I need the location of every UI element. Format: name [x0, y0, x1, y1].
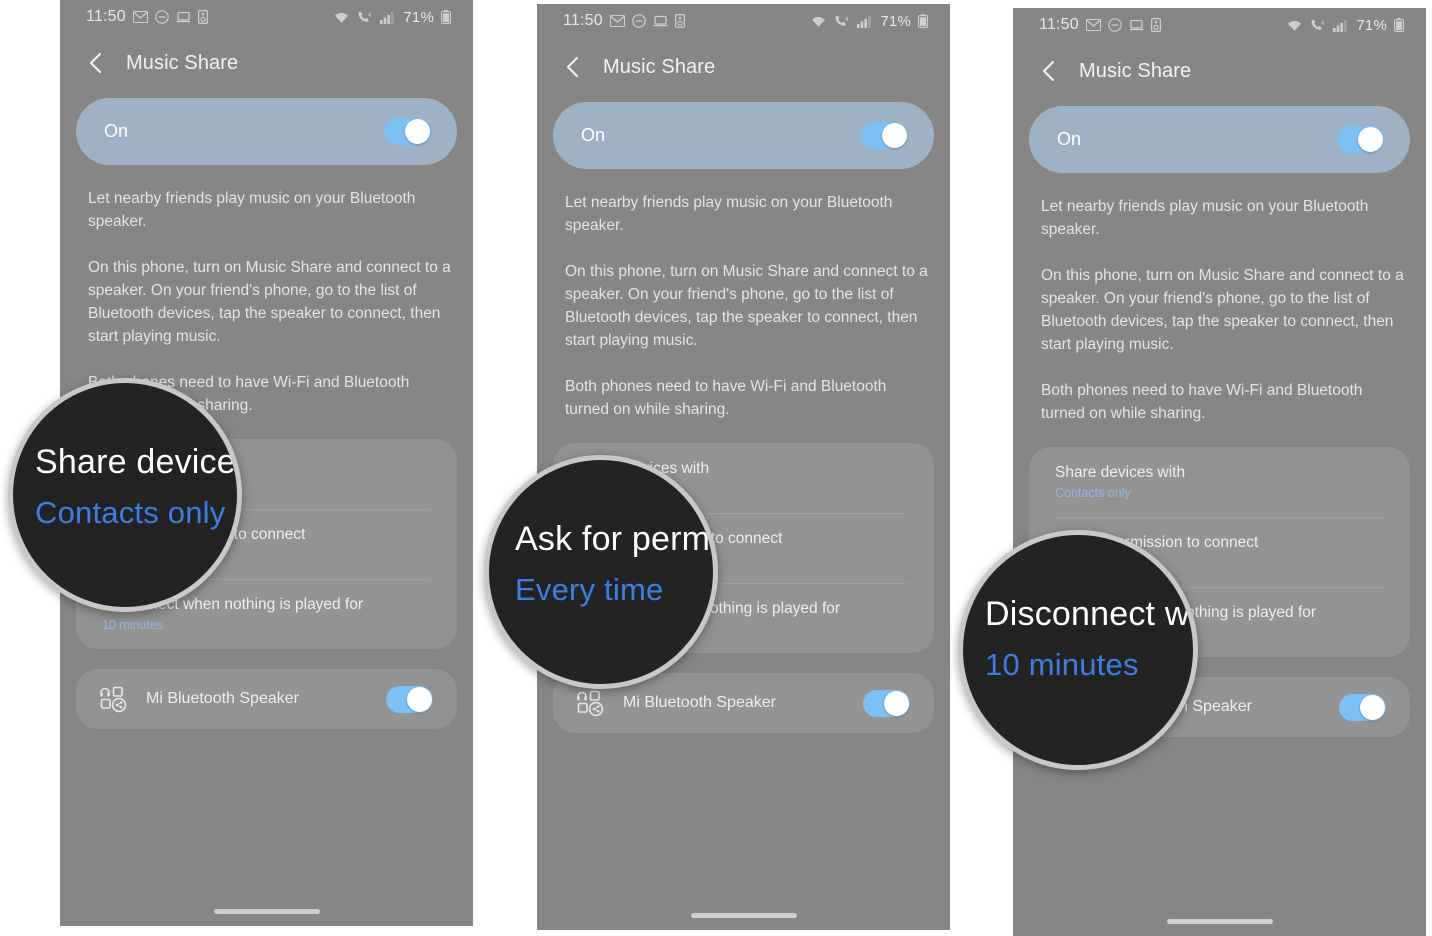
- phone-panel-3: 11:50 4 71% Music Share On Let nearby fr…: [1013, 8, 1426, 936]
- svg-text:4: 4: [845, 17, 849, 23]
- page-title: Music Share: [603, 55, 716, 78]
- do-not-disturb-icon: [632, 14, 646, 28]
- status-bar: 11:50 4 71%: [1013, 8, 1426, 42]
- description-paragraph-2: On this phone, turn on Music Share and c…: [565, 263, 928, 349]
- volte-call-icon: 4: [357, 11, 373, 24]
- description-paragraph-2: On this phone, turn on Music Share and c…: [88, 259, 451, 345]
- device-toggle-switch[interactable]: [1339, 693, 1386, 721]
- app-bar: Music Share: [537, 38, 950, 96]
- gesture-navigation-bar: [1166, 919, 1273, 924]
- smart-view-icon: [674, 14, 685, 28]
- magnifier-value: Contacts only: [35, 495, 226, 530]
- device-row-mi-bluetooth-speaker[interactable]: Mi Bluetooth Speaker: [76, 669, 457, 729]
- music-share-master-toggle-card[interactable]: On: [553, 102, 934, 169]
- back-chevron-icon[interactable]: [1039, 60, 1059, 82]
- battery-percent-label: 71%: [1356, 16, 1387, 34]
- master-toggle-label: On: [581, 125, 606, 145]
- do-not-disturb-icon: [155, 10, 169, 24]
- description-block: Let nearby friends play music on your Bl…: [1013, 173, 1426, 425]
- wifi-icon: [333, 11, 350, 24]
- description-block: Let nearby friends play music on your Bl…: [537, 169, 950, 421]
- setting-title: Share devices with: [1055, 464, 1186, 481]
- status-bar-clock: 11:50: [1039, 16, 1079, 33]
- magnifier-title: Ask for permission to connect: [515, 520, 718, 558]
- magnifier-callout-share-devices-with: Share devices with Contacts only: [8, 378, 242, 612]
- magnifier-callout-ask-for-permission: Ask for permission to connect Every time: [484, 455, 718, 689]
- volte-call-icon: 4: [834, 15, 850, 28]
- description-paragraph-1: Let nearby friends play music on your Bl…: [565, 194, 893, 234]
- description-paragraph-3: Both phones need to have Wi-Fi and Bluet…: [565, 378, 887, 418]
- description-paragraph-2: On this phone, turn on Music Share and c…: [1041, 267, 1404, 353]
- description-paragraph-1: Let nearby friends play music on your Bl…: [1041, 198, 1369, 238]
- app-bar: Music Share: [60, 34, 473, 92]
- battery-icon: [1394, 18, 1404, 32]
- music-share-device-icon: [98, 684, 128, 714]
- wifi-icon: [1286, 19, 1303, 32]
- device-toggle-switch[interactable]: [386, 685, 433, 713]
- status-bar-clock: 11:50: [86, 8, 126, 25]
- battery-icon: [441, 10, 451, 24]
- back-chevron-icon[interactable]: [86, 52, 106, 74]
- back-chevron-icon[interactable]: [563, 56, 583, 78]
- page-title: Music Share: [126, 51, 239, 74]
- description-paragraph-1: Let nearby friends play music on your Bl…: [88, 190, 416, 230]
- envelope-icon: [609, 15, 625, 27]
- page-title: Music Share: [1079, 59, 1192, 82]
- device-toggle-switch[interactable]: [863, 689, 910, 717]
- laptop-icon: [176, 11, 191, 23]
- volte-call-icon: 4: [1310, 19, 1326, 32]
- smart-view-icon: [1150, 18, 1161, 32]
- magnifier-title: Share devices with: [35, 443, 242, 481]
- magnifier-value: Every time: [515, 572, 664, 607]
- music-share-master-toggle-card[interactable]: On: [76, 98, 457, 165]
- app-bar: Music Share: [1013, 42, 1426, 100]
- laptop-icon: [1129, 19, 1144, 31]
- setting-value: 10 minutes: [102, 618, 164, 632]
- svg-text:4: 4: [1321, 21, 1325, 27]
- master-toggle-switch[interactable]: [861, 122, 908, 149]
- magnifier-callout-disconnect-timeout: Disconnect when nothing is played for 10…: [958, 530, 1198, 770]
- signal-bars-icon: [1333, 19, 1348, 32]
- signal-bars-icon: [380, 11, 395, 24]
- music-share-device-icon: [575, 688, 605, 718]
- magnifier-title: Disconnect when nothing is played for: [985, 595, 1193, 633]
- master-toggle-switch[interactable]: [384, 118, 431, 145]
- do-not-disturb-icon: [1108, 18, 1122, 32]
- status-bar-clock: 11:50: [563, 12, 603, 29]
- music-share-master-toggle-card[interactable]: On: [1029, 106, 1410, 173]
- gesture-navigation-bar: [213, 909, 320, 914]
- smart-view-icon: [197, 10, 208, 24]
- device-name-label: Mi Bluetooth Speaker: [146, 690, 299, 707]
- laptop-icon: [653, 15, 668, 27]
- master-toggle-label: On: [104, 121, 129, 141]
- setting-row-share-devices-with[interactable]: Share devices with Contacts only: [1029, 447, 1410, 517]
- gesture-navigation-bar: [690, 913, 797, 918]
- master-toggle-switch[interactable]: [1337, 126, 1384, 153]
- signal-bars-icon: [857, 15, 872, 28]
- battery-percent-label: 71%: [880, 12, 911, 30]
- envelope-icon: [1085, 19, 1101, 31]
- three-panel-screenshot: 11:50 4 71% Music Share On Let nearby fr…: [0, 0, 1432, 936]
- setting-value: Contacts only: [1055, 486, 1131, 500]
- svg-text:4: 4: [368, 13, 372, 19]
- device-name-label: Mi Bluetooth Speaker: [623, 694, 776, 711]
- status-bar: 11:50 4 71%: [60, 0, 473, 34]
- battery-percent-label: 71%: [403, 8, 434, 26]
- battery-icon: [918, 14, 928, 28]
- status-bar: 11:50 4 71%: [537, 4, 950, 38]
- wifi-icon: [810, 15, 827, 28]
- magnifier-value: 10 minutes: [985, 647, 1139, 682]
- master-toggle-label: On: [1057, 129, 1082, 149]
- envelope-icon: [132, 11, 148, 23]
- description-paragraph-3: Both phones need to have Wi-Fi and Bluet…: [1041, 382, 1363, 422]
